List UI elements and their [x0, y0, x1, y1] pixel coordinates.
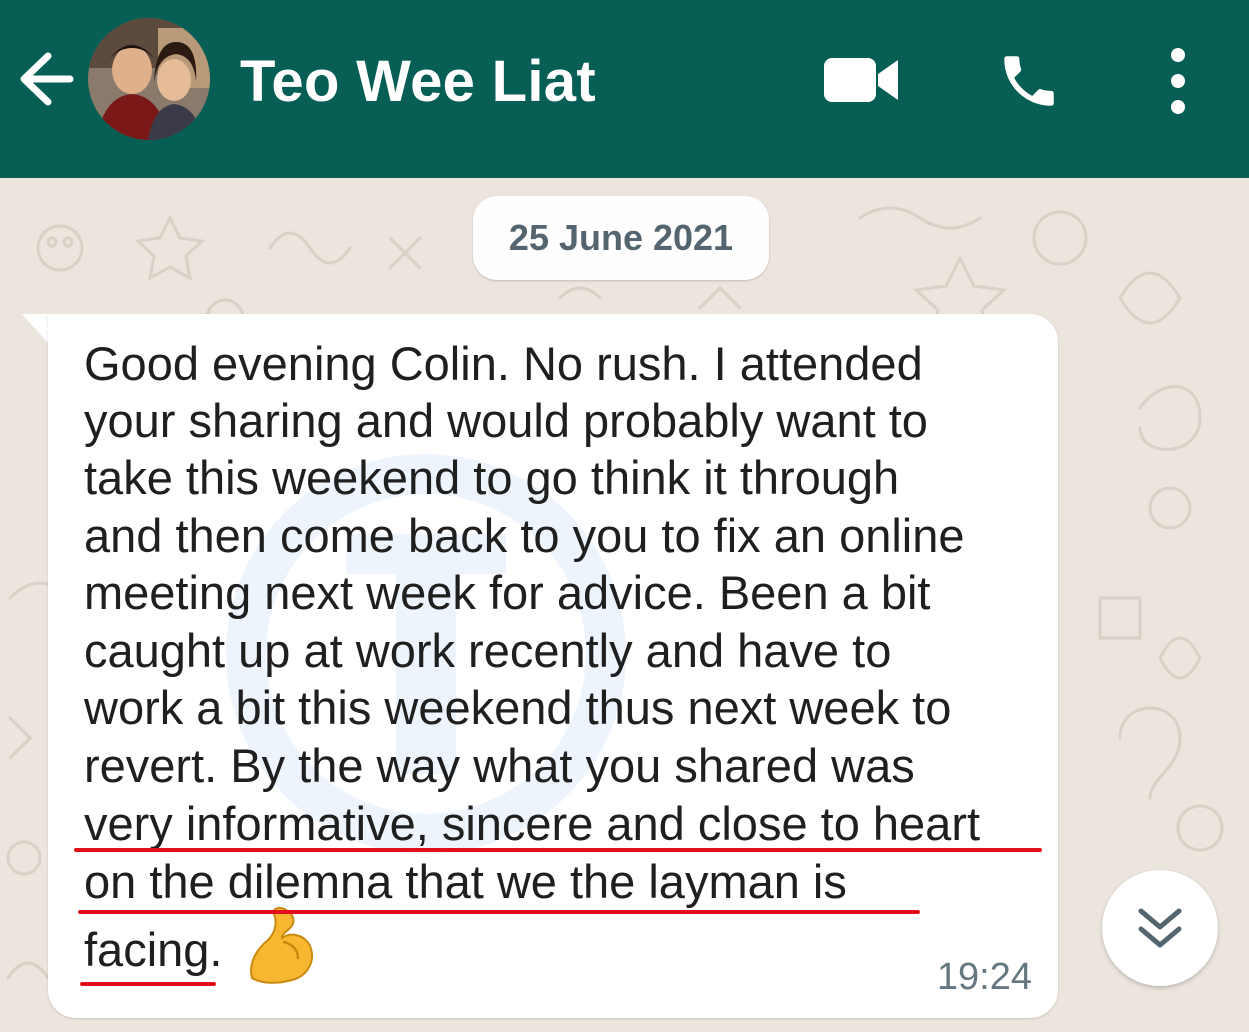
contact-avatar[interactable] — [88, 18, 210, 140]
back-arrow-icon[interactable] — [14, 44, 78, 114]
voice-call-icon[interactable] — [996, 48, 1062, 114]
message-text-line: facing. — [84, 923, 223, 976]
message-text-line: your sharing and would probably want to — [84, 394, 928, 447]
message-text-line: on the dilemna that we the layman is — [84, 855, 847, 908]
video-call-icon[interactable] — [822, 52, 900, 108]
message-text-line: take this weekend to go think it through — [84, 451, 900, 504]
message-text-line: work a bit this weekend thus next week t… — [84, 681, 952, 734]
message-time: 19:24 — [936, 956, 1032, 998]
double-chevron-down-icon — [1138, 908, 1182, 948]
annotation-underline — [74, 848, 1042, 852]
date-chip: 25 June 2021 — [473, 196, 769, 280]
annotation-underline — [78, 910, 920, 914]
flexed-biceps-emoji — [250, 906, 313, 984]
message-text-line: revert. By the way what you shared was — [84, 739, 915, 792]
message-text-line: Good evening Colin. No rush. I attended — [84, 337, 923, 390]
message-text-line: meeting next week for advice. Been a bit — [84, 566, 931, 619]
message-text-line: and then come back to you to fix an onli… — [84, 509, 965, 562]
scroll-to-bottom-button[interactable] — [1102, 870, 1218, 986]
message-text-line: caught up at work recently and have to — [84, 624, 892, 677]
message-text-line: very informative, sincere and close to h… — [84, 797, 981, 850]
contact-name[interactable]: Teo Wee Liat — [240, 42, 596, 122]
chat-header: Teo Wee Liat — [0, 0, 1249, 178]
more-options-icon[interactable] — [1160, 46, 1196, 116]
annotation-underline — [80, 982, 216, 986]
